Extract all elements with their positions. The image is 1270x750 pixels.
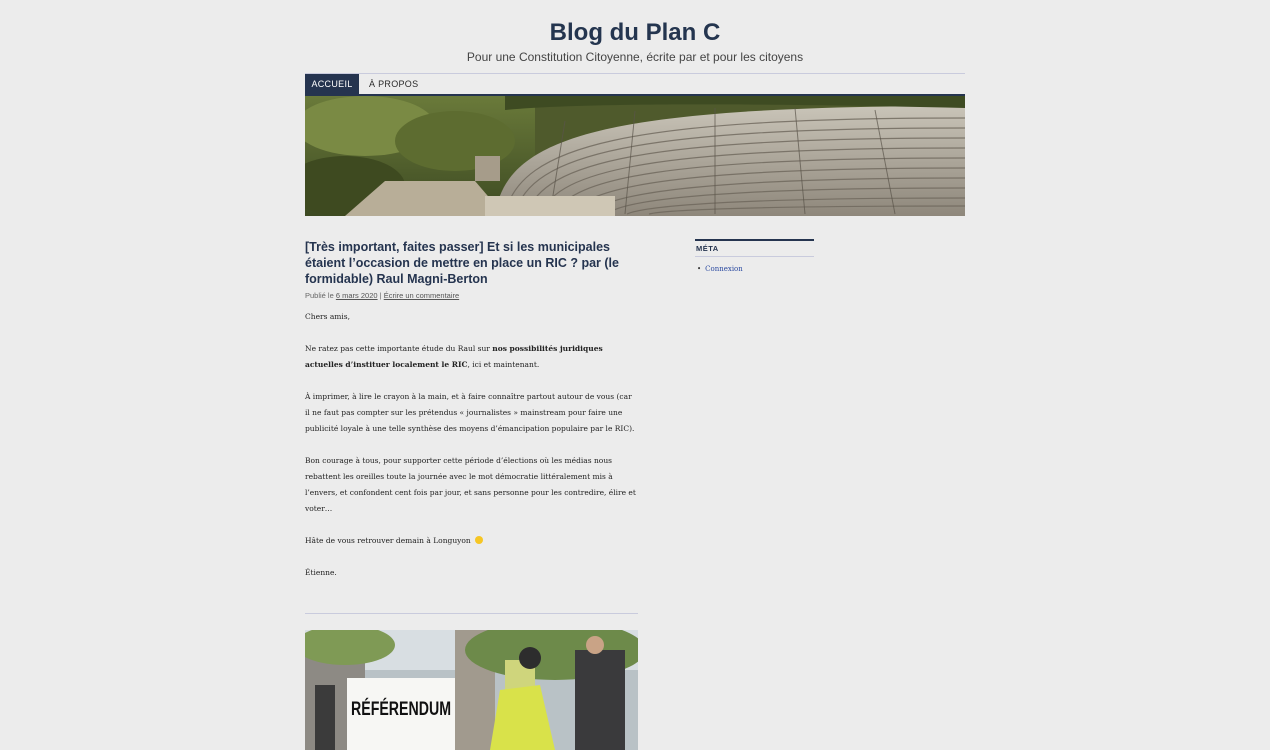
nav-item-about[interactable]: À PROPOS — [369, 74, 418, 94]
site-description: Pour une Constitution Citoyenne, écrite … — [466, 50, 804, 64]
write-comment-link[interactable]: Écrire un commentaire — [384, 291, 459, 300]
referendum-sign-text: RÉFÉRENDUM — [351, 698, 451, 720]
main-navigation: ACCUEIL À PROPOS — [305, 74, 965, 94]
post-meta-prefix: Publié le — [305, 291, 334, 300]
post-paragraph-study: Ne ratez pas cette importante étude du R… — [305, 341, 638, 373]
post-text: , ici et maintenant. — [467, 360, 540, 369]
post-paragraph-greeting: Chers amis, — [305, 312, 351, 321]
post-paragraph-print: À imprimer, à lire le crayon à la main, … — [305, 392, 635, 433]
nav-item-home[interactable]: ACCUEIL — [305, 74, 359, 94]
post-text: Hâte de vous retrouver demain à Longuyon — [305, 536, 471, 545]
site-title[interactable]: Blog du Plan C — [305, 17, 965, 49]
sidebar: MÉTA Connexion — [695, 239, 814, 273]
post-title[interactable]: [Très important, faites passer] Et si le… — [305, 239, 638, 287]
smiley-icon — [475, 536, 484, 544]
sidebar-meta-list: Connexion — [695, 265, 814, 273]
post-date-link[interactable]: 6 mars 2020 — [336, 291, 378, 300]
post-text: Ne ratez pas cette importante étude du R… — [305, 344, 493, 353]
post-meta-separator: | — [379, 291, 382, 300]
sidebar-meta-title: MÉTA — [695, 241, 814, 257]
main-content: [Très important, faites passer] Et si le… — [305, 239, 638, 750]
page: Blog du Plan C Pour une Constitution Cit… — [305, 0, 965, 750]
post-signature: Étienne. — [305, 568, 337, 577]
post-paragraph-courage: Bon courage à tous, pour supporter cette… — [305, 456, 636, 513]
login-link[interactable]: Connexion — [705, 265, 743, 273]
post-divider — [305, 613, 638, 614]
post-meta: Publié le 6 mars 2020 | Écrire un commen… — [305, 291, 638, 301]
post-body: Chers amis, Ne ratez pas cette important… — [305, 309, 638, 581]
post-paragraph-longuyon: Hâte de vous retrouver demain à Longuyon — [305, 533, 638, 549]
sidebar-item-login: Connexion — [697, 265, 814, 273]
post-image-referendum-protest[interactable]: RÉFÉRENDUM — [305, 630, 638, 750]
header-image-amphitheatre — [305, 94, 965, 216]
